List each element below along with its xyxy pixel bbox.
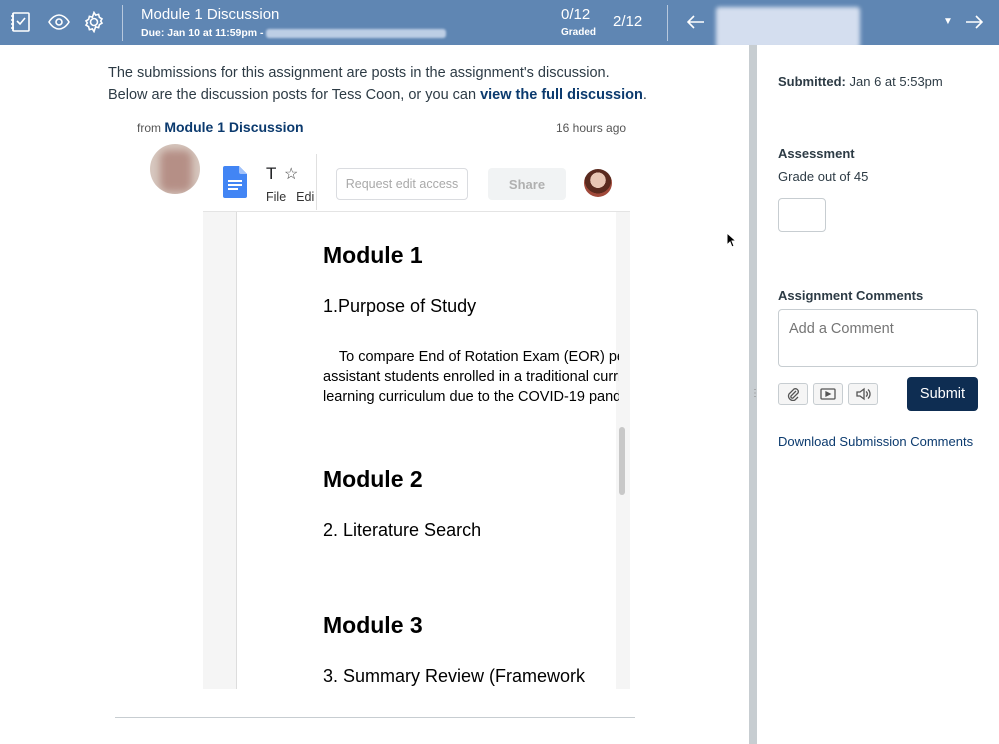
embedded-google-doc[interactable]: T ☆ File Edi Request edit access Share Mo… <box>203 150 630 689</box>
request-edit-access-button[interactable]: Request edit access <box>336 168 468 200</box>
share-button[interactable]: Share <box>488 168 566 200</box>
module-2-heading: Module 2 <box>323 466 423 492</box>
course-name-redacted <box>265 28 446 38</box>
submitted-date: Jan 6 at 5:53pm <box>849 74 943 89</box>
attachment-icon[interactable] <box>778 383 808 405</box>
download-submission-comments-link[interactable]: Download Submission Comments <box>778 434 973 449</box>
media-comment-icon[interactable] <box>813 383 843 405</box>
audio-comment-icon[interactable] <box>848 383 878 405</box>
discussion-intro: The submissions for this assignment are … <box>108 62 648 106</box>
post-source: from Module 1 Discussion <box>137 119 304 135</box>
assignment-title[interactable]: Module 1 Discussion <box>141 6 279 23</box>
module-1-paragraph-line: assistant students enrolled in a traditi… <box>323 369 619 385</box>
comment-textarea[interactable] <box>778 309 978 367</box>
eye-icon[interactable] <box>47 10 71 34</box>
doc-page: Module 1 1.Purpose of Study To compare E… <box>236 212 619 689</box>
doc-vertical-scrollbar[interactable] <box>619 427 625 495</box>
caret-down-icon[interactable]: ▼ <box>943 16 953 27</box>
from-label: from <box>137 121 161 135</box>
module-2-subheading: 2. Literature Search <box>323 520 482 540</box>
module-1-paragraph-line: learning curriculum due to the COVID-19 … <box>323 389 619 405</box>
google-docs-icon <box>223 166 247 198</box>
module-1-paragraph-line: To compare End of Rotation Exam (EOR) pe <box>323 349 619 365</box>
post-divider <box>115 717 635 718</box>
student-avatar <box>150 144 200 194</box>
grade-out-of-label: Grade out of 45 <box>778 169 869 184</box>
module-3-subheading: 3. Summary Review (Framework Synthesis) <box>323 666 586 689</box>
student-position: 2/12 <box>613 13 643 30</box>
submitted-label: Submitted: <box>778 74 846 89</box>
arrow-left-icon[interactable] <box>684 10 708 34</box>
grade-input[interactable] <box>778 198 826 232</box>
gradebook-icon[interactable] <box>9 10 33 34</box>
doc-toolbar: T ☆ File Edi Request edit access Share <box>203 150 630 212</box>
module-1-subheading: 1.Purpose of Study <box>323 296 477 316</box>
menu-edit[interactable]: Edi <box>296 190 314 204</box>
due-date-text: Due: Jan 10 at 11:59pm - <box>141 27 264 39</box>
intro-end: . <box>642 87 647 103</box>
due-date: Due: Jan 10 at 11:59pm - <box>141 27 446 39</box>
post-time: 16 hours ago <box>556 121 627 135</box>
star-icon[interactable]: ☆ <box>284 164 298 184</box>
doc-title: T <box>266 164 277 183</box>
module-3-heading: Module 3 <box>323 612 423 638</box>
speedgrader-header: Module 1 Discussion Due: Jan 10 at 11:59… <box>0 0 999 49</box>
student-selector[interactable] <box>716 7 860 49</box>
submitted-info: Submitted: Jan 6 at 5:53pm <box>778 74 943 89</box>
submission-panel: The submissions for this assignment are … <box>0 45 749 744</box>
assignment-comments-heading: Assignment Comments <box>778 288 924 303</box>
submit-comment-button[interactable]: Submit <box>907 377 978 411</box>
assessment-heading: Assessment <box>778 146 855 161</box>
module-1-heading: Module 1 <box>323 242 423 268</box>
header-divider <box>667 5 668 41</box>
discussion-link[interactable]: Module 1 Discussion <box>164 119 303 135</box>
mouse-cursor-icon <box>726 231 738 253</box>
graded-count: 0/12 <box>561 6 591 23</box>
gear-icon[interactable] <box>82 10 106 34</box>
menu-file[interactable]: File <box>266 190 286 204</box>
view-full-discussion-link[interactable]: view the full discussion <box>480 87 643 103</box>
doc-user-avatar[interactable] <box>584 169 612 197</box>
grading-panel: Submitted: Jan 6 at 5:53pm Assessment Gr… <box>757 45 999 744</box>
graded-label: Graded <box>561 27 597 38</box>
arrow-right-icon[interactable] <box>962 10 986 34</box>
doc-toolbar-divider <box>316 154 317 210</box>
header-divider <box>122 5 123 41</box>
